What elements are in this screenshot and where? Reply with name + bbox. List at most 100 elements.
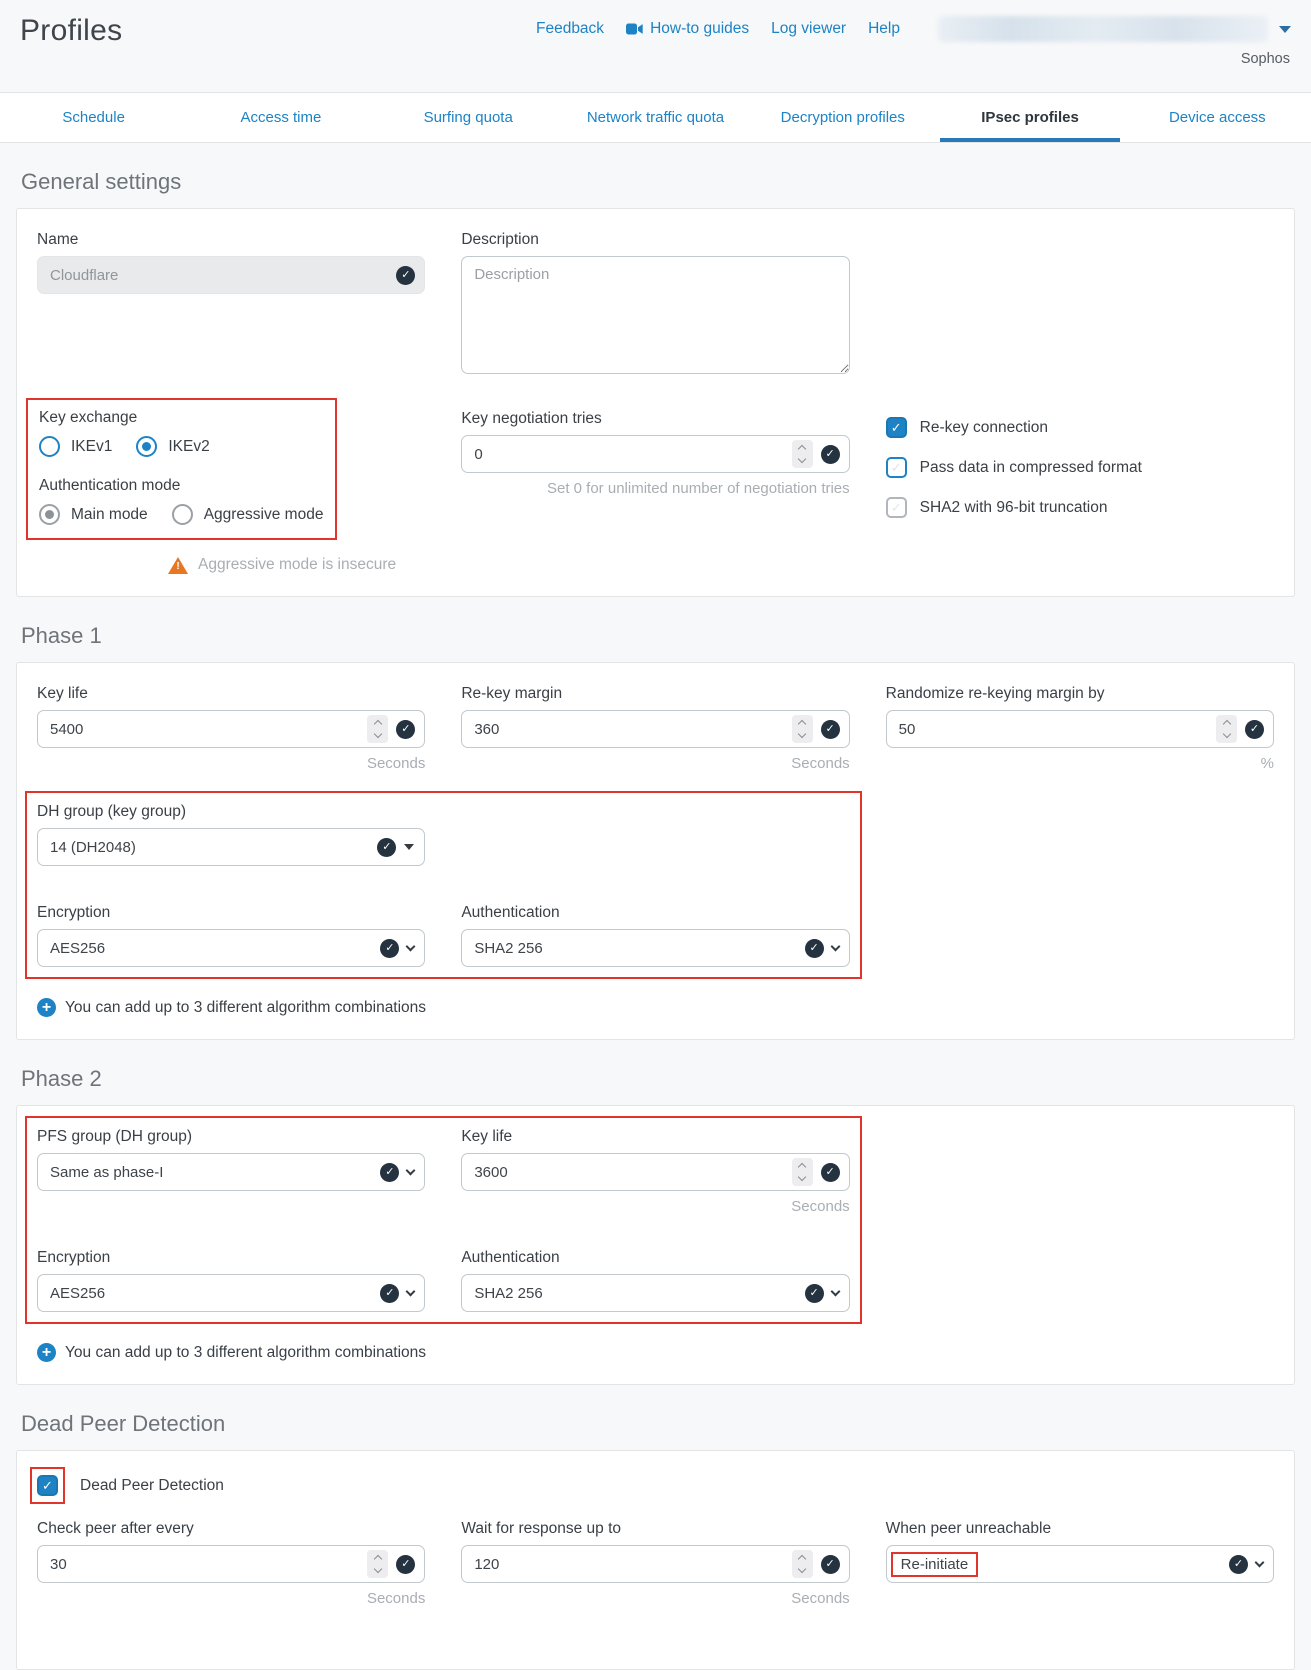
tab-access-time[interactable]: Access time	[187, 93, 374, 142]
phase1-heading: Phase 1	[21, 623, 1295, 649]
phase1-encryption-select[interactable]: AES256 ✓	[37, 929, 425, 967]
description-textarea[interactable]	[461, 256, 849, 374]
radio-disabled-selected-icon	[39, 504, 60, 525]
phase1-authentication-field: Authentication SHA2 256 ✓	[461, 904, 849, 967]
randomize-margin-group: Randomize re-keying margin by ✓ %	[886, 685, 1274, 772]
description-field-group: Description	[461, 231, 849, 379]
number-stepper[interactable]	[1216, 715, 1237, 743]
feedback-link[interactable]: Feedback	[536, 20, 604, 38]
unit-label: Seconds	[37, 1590, 425, 1607]
phase1-card: Key life ✓ Seconds Re-key margin	[16, 662, 1295, 1040]
help-link[interactable]: Help	[868, 20, 900, 38]
warning-triangle-icon: !	[168, 557, 188, 574]
dh-group-select[interactable]: 14 (DH2048) ✓	[37, 828, 425, 866]
valid-check-icon: ✓	[821, 1555, 840, 1574]
chevron-down-icon	[1255, 1557, 1265, 1567]
phase2-authentication-select[interactable]: SHA2 256 ✓	[461, 1274, 849, 1312]
add-icon[interactable]: +	[37, 998, 56, 1017]
peer-unreachable-group: When peer unreachable Re-initiate ✓	[886, 1520, 1274, 1583]
valid-check-icon: ✓	[396, 1555, 415, 1574]
rekey-margin-group: Re-key margin ✓ Seconds	[461, 685, 849, 772]
tab-network-traffic-quota[interactable]: Network traffic quota	[562, 93, 749, 142]
pfs-group-select[interactable]: Same as phase-I ✓	[37, 1153, 425, 1191]
number-stepper[interactable]	[792, 715, 813, 743]
tab-decryption-profiles[interactable]: Decryption profiles	[749, 93, 936, 142]
checkbox-checked-icon: ✓	[886, 417, 907, 438]
video-camera-icon	[626, 23, 643, 35]
check-peer-group: Check peer after every ✓ Seconds	[37, 1520, 425, 1607]
name-field-group: Name ✓	[37, 231, 425, 294]
caret-down-icon	[404, 844, 414, 850]
unit-label: %	[886, 755, 1274, 772]
chevron-down-icon	[830, 941, 840, 951]
phase2-encryption-select[interactable]: AES256 ✓	[37, 1274, 425, 1312]
number-stepper[interactable]	[792, 1158, 813, 1186]
sha2-truncation-checkbox[interactable]: ✓ SHA2 with 96-bit truncation	[886, 497, 1274, 518]
radio-main-mode[interactable]: Main mode	[39, 504, 148, 525]
rekey-connection-checkbox[interactable]: ✓ Re-key connection	[886, 417, 1274, 438]
number-stepper[interactable]	[367, 1550, 388, 1578]
dh-group-label: DH group (key group)	[37, 803, 425, 821]
phase1-key-life-group: Key life ✓ Seconds	[37, 685, 425, 772]
chevron-down-icon	[406, 1165, 416, 1175]
peer-unreachable-select[interactable]: Re-initiate ✓	[886, 1545, 1274, 1583]
number-stepper[interactable]	[367, 715, 388, 743]
tab-ipsec-profiles[interactable]: IPsec profiles	[936, 93, 1123, 142]
phase1-encryption-field: Encryption AES256 ✓	[37, 904, 425, 967]
radio-aggressive-mode[interactable]: Aggressive mode	[172, 504, 324, 525]
tab-bar: Schedule Access time Surfing quota Netwo…	[0, 92, 1311, 143]
valid-check-icon: ✓	[380, 1163, 399, 1182]
account-menu[interactable]	[938, 16, 1291, 42]
dpd-enable-checkbox[interactable]: ✓	[37, 1475, 58, 1496]
dpd-card: ✓ Dead Peer Detection Check peer after e…	[16, 1450, 1295, 1670]
encryption-label: Encryption	[37, 904, 425, 922]
general-settings-heading: General settings	[21, 169, 1295, 195]
number-stepper[interactable]	[792, 1550, 813, 1578]
chevron-down-icon	[1279, 26, 1291, 33]
pfs-group-field: PFS group (DH group) Same as phase-I ✓	[37, 1128, 425, 1191]
wait-response-label: Wait for response up to	[461, 1520, 849, 1538]
dpd-heading: Dead Peer Detection	[21, 1411, 1295, 1437]
peer-unreachable-label: When peer unreachable	[886, 1520, 1274, 1538]
unit-label: Seconds	[461, 755, 849, 772]
header-right: Feedback How-to guides Log viewer Help S…	[536, 12, 1291, 67]
unit-label: Seconds	[461, 1198, 849, 1215]
dpd-enable-label: Dead Peer Detection	[80, 1477, 224, 1495]
description-label: Description	[461, 231, 849, 249]
annotation-box-key-exchange: Key exchange IKEv1 IKEv2 Authentication …	[26, 398, 337, 540]
options-checkbox-column: ✓ Re-key connection ✓ Pass data in compr…	[886, 417, 1274, 518]
valid-check-icon: ✓	[396, 720, 415, 739]
phase2-add-combination-note: + You can add up to 3 different algorith…	[37, 1343, 1274, 1362]
annotation-box-dpd-checkbox: ✓	[30, 1467, 65, 1504]
how-to-guides-link[interactable]: How-to guides	[626, 20, 749, 38]
valid-check-icon: ✓	[821, 445, 840, 464]
main-content: General settings Name ✓ Description Key …	[0, 169, 1311, 1670]
log-viewer-link[interactable]: Log viewer	[771, 20, 846, 38]
key-negotiation-hint: Set 0 for unlimited number of negotiatio…	[461, 480, 849, 497]
tab-device-access[interactable]: Device access	[1124, 93, 1311, 142]
name-label: Name	[37, 231, 425, 249]
key-negotiation-group: Key negotiation tries ✓ Set 0 for unlimi…	[461, 410, 849, 497]
compressed-format-checkbox[interactable]: ✓ Pass data in compressed format	[886, 457, 1274, 478]
tab-surfing-quota[interactable]: Surfing quota	[375, 93, 562, 142]
name-input[interactable]	[37, 256, 425, 294]
phase2-authentication-field: Authentication SHA2 256 ✓	[461, 1249, 849, 1312]
tab-schedule[interactable]: Schedule	[0, 93, 187, 142]
radio-disabled-icon	[172, 504, 193, 525]
annotation-box-reinitiate: Re-initiate	[891, 1552, 979, 1577]
add-icon[interactable]: +	[37, 1343, 56, 1362]
rekey-margin-label: Re-key margin	[461, 685, 849, 703]
valid-check-icon: ✓	[1245, 720, 1264, 739]
key-exchange-label: Key exchange	[39, 409, 323, 427]
key-exchange-column: Key exchange IKEv1 IKEv2 Authentication …	[37, 410, 425, 574]
brand-label: Sophos	[1241, 51, 1291, 67]
phase1-authentication-select[interactable]: SHA2 256 ✓	[461, 929, 849, 967]
radio-ikev1[interactable]: IKEv1	[39, 436, 112, 457]
phase1-add-combination-note: + You can add up to 3 different algorith…	[37, 998, 1274, 1017]
check-peer-label: Check peer after every	[37, 1520, 425, 1538]
number-stepper[interactable]	[792, 440, 813, 468]
checkbox-unchecked-icon: ✓	[886, 457, 907, 478]
radio-ikev2[interactable]: IKEv2	[136, 436, 209, 457]
annotation-box-phase2-algorithms: PFS group (DH group) Same as phase-I ✓ K…	[25, 1116, 862, 1324]
valid-check-icon: ✓	[821, 720, 840, 739]
